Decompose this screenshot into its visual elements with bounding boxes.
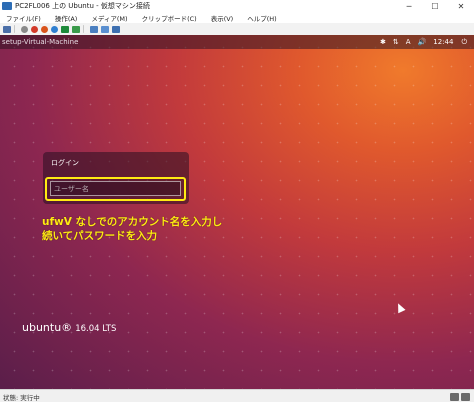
title-bar: PC2FL006 上の Ubuntu - 仮想マシン接続 ─ ☐ ✕ — [0, 0, 474, 12]
mouse-cursor-icon — [394, 301, 406, 314]
toolbar-separator — [83, 25, 84, 33]
username-input[interactable] — [50, 181, 181, 196]
hostname-label: setup-Virtual-Machine — [2, 38, 79, 46]
maximize-button[interactable]: ☐ — [422, 0, 448, 12]
keyboard-status-icon — [450, 392, 459, 401]
checkpoint-icon[interactable] — [90, 25, 98, 33]
toolbar-separator — [14, 25, 15, 33]
status-text: 状態: 実行中 — [3, 393, 40, 402]
ubuntu-brand: ubuntu® — [22, 321, 73, 334]
save-icon[interactable] — [51, 25, 58, 33]
enhanced-session-icon[interactable] — [112, 25, 120, 33]
revert-icon[interactable] — [101, 25, 109, 33]
volume-icon[interactable]: 🔊 — [418, 38, 427, 46]
window-title: PC2FL006 上の Ubuntu - 仮想マシン接続 — [15, 2, 150, 10]
lock-status-icon — [461, 392, 470, 401]
annotation-line-1: ufwV なしでのアカウント名を入力し — [42, 216, 223, 228]
menu-clipboard[interactable]: クリップボード(C) — [142, 13, 197, 23]
status-icons — [448, 392, 470, 401]
vm-connection-window: PC2FL006 上の Ubuntu - 仮想マシン接続 ─ ☐ ✕ ファイル(… — [0, 0, 474, 402]
vm-screen[interactable]: setup-Virtual-Machine ✱ ⇅ A 🔊 12:44 ⏻ ログ… — [0, 35, 474, 389]
login-title: ログイン — [51, 159, 79, 167]
close-button[interactable]: ✕ — [448, 0, 474, 12]
ubuntu-top-panel: setup-Virtual-Machine ✱ ⇅ A 🔊 12:44 ⏻ — [0, 35, 474, 49]
start-icon[interactable] — [21, 25, 28, 33]
menu-action[interactable]: 操作(A) — [55, 13, 78, 23]
shutdown-icon[interactable] — [41, 25, 48, 33]
annotation-line-2: 続いてパスワードを入力 — [42, 230, 158, 242]
annotation-text: ufwV なしでのアカウント名を入力し 続いてパスワードを入力 — [42, 215, 222, 243]
menu-file[interactable]: ファイル(F) — [6, 13, 41, 23]
keyboard-icon[interactable]: A — [406, 38, 411, 46]
turnoff-icon[interactable] — [31, 25, 38, 33]
menu-media[interactable]: メディア(M) — [91, 13, 127, 23]
minimize-button[interactable]: ─ — [396, 0, 422, 12]
ctrl-alt-del-icon[interactable] — [3, 25, 11, 33]
clock: 12:44 — [433, 38, 454, 46]
power-icon[interactable]: ⏻ — [461, 38, 467, 47]
vm-connection-icon — [2, 2, 12, 10]
reset-icon[interactable] — [72, 25, 80, 33]
window-controls: ─ ☐ ✕ — [396, 0, 474, 12]
menu-view[interactable]: 表示(V) — [211, 13, 234, 23]
menu-bar: ファイル(F) 操作(A) メディア(M) クリップボード(C) 表示(V) ヘ… — [0, 12, 474, 23]
status-bar: 状態: 実行中 — [0, 389, 474, 402]
menu-help[interactable]: ヘルプ(H) — [247, 13, 276, 23]
ubuntu-logo: ubuntu® 16.04 LTS — [22, 321, 116, 334]
ubuntu-version: 16.04 LTS — [75, 324, 117, 334]
network-icon[interactable]: ⇅ — [393, 38, 399, 46]
accessibility-icon[interactable]: ✱ — [380, 38, 386, 46]
pause-icon[interactable] — [61, 25, 69, 33]
